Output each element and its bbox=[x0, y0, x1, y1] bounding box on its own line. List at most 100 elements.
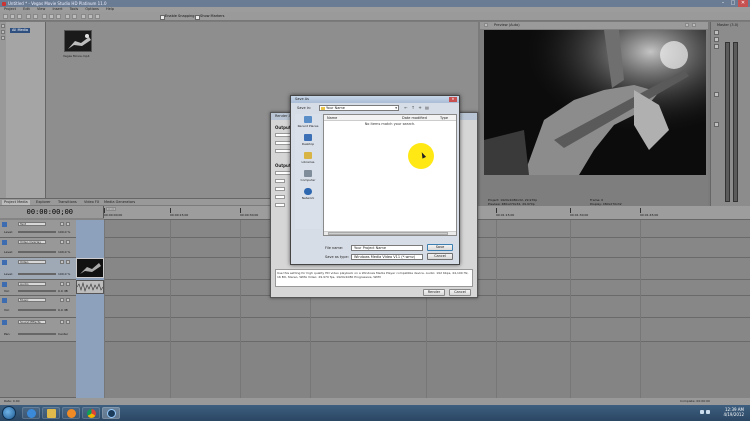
paste-icon[interactable] bbox=[56, 14, 61, 19]
master-fx-icon[interactable] bbox=[714, 30, 719, 35]
tab-project-media[interactable]: Project Media bbox=[2, 200, 30, 205]
format-tree-item[interactable] bbox=[275, 203, 285, 207]
split-screen-icon[interactable] bbox=[685, 23, 689, 27]
new-project-icon[interactable] bbox=[3, 14, 8, 19]
track-mute-icon[interactable] bbox=[66, 222, 70, 226]
place-recent[interactable]: Recent Places bbox=[296, 116, 320, 128]
column-date-modified[interactable]: Date modified bbox=[402, 115, 427, 121]
file-name-input[interactable]: Your Project Name bbox=[351, 245, 423, 251]
horizontal-scrollbar[interactable] bbox=[324, 231, 456, 235]
column-type[interactable]: Type bbox=[440, 115, 448, 121]
render-button[interactable]: Render bbox=[423, 289, 445, 296]
up-folder-icon[interactable]: ↑ bbox=[410, 105, 416, 111]
menu-project[interactable]: Project bbox=[4, 7, 16, 11]
minimize-button[interactable]: – bbox=[718, 0, 728, 7]
format-filter-field[interactable] bbox=[275, 171, 291, 175]
menu-edit[interactable]: Edit bbox=[23, 7, 30, 11]
taskbar-app[interactable] bbox=[82, 407, 100, 419]
video-clip[interactable] bbox=[76, 258, 104, 278]
cursor-marker[interactable]: 00:00 bbox=[106, 207, 116, 211]
track-fx-icon[interactable] bbox=[60, 320, 64, 324]
close-button[interactable]: ✕ bbox=[738, 0, 748, 7]
track-name[interactable]: Music bbox=[18, 298, 46, 302]
track-mute-icon[interactable] bbox=[66, 320, 70, 324]
audio-clip[interactable] bbox=[76, 280, 104, 294]
track-level-slider[interactable] bbox=[18, 290, 56, 292]
snapshot-icon[interactable] bbox=[88, 14, 93, 19]
track-header[interactable]: Video Overlay Level: 100.0 % bbox=[0, 238, 76, 258]
tab-explorer[interactable]: Explorer bbox=[36, 200, 51, 205]
save-type-dropdown[interactable]: Windows Media Video V11 (*.wmv) bbox=[351, 254, 423, 260]
place-network[interactable]: Network bbox=[296, 188, 320, 200]
track-name[interactable]: Video Overlay bbox=[18, 240, 46, 244]
track-level-slider[interactable] bbox=[18, 309, 56, 311]
taskbar-app[interactable] bbox=[42, 407, 60, 419]
format-tree-item[interactable] bbox=[275, 187, 285, 191]
folder-field[interactable] bbox=[275, 133, 291, 137]
track-level-slider[interactable] bbox=[18, 231, 56, 233]
save-icon[interactable] bbox=[17, 14, 22, 19]
cancel-button[interactable]: Cancel bbox=[427, 253, 453, 260]
track-header[interactable]: Music Vol: 0.0 dB bbox=[0, 296, 76, 318]
place-libraries[interactable]: Libraries bbox=[296, 152, 320, 164]
render-icon[interactable] bbox=[72, 14, 77, 19]
track-fx-icon[interactable] bbox=[60, 260, 64, 264]
track-mute-icon[interactable] bbox=[66, 240, 70, 244]
tray-volume-icon[interactable] bbox=[706, 410, 710, 414]
new-folder-icon[interactable]: + bbox=[417, 105, 423, 111]
copy-snapshot-icon[interactable] bbox=[692, 23, 696, 27]
track-header[interactable]: Video Level: 100.0 % bbox=[0, 258, 76, 280]
track-mute-icon[interactable] bbox=[66, 282, 70, 286]
format-tree-item[interactable] bbox=[275, 195, 285, 199]
track-fx-icon[interactable] bbox=[60, 222, 64, 226]
maximize-button[interactable]: □ bbox=[728, 0, 738, 7]
taskbar-app[interactable] bbox=[62, 407, 80, 419]
import-media-icon[interactable] bbox=[1, 24, 5, 28]
master-fader-left[interactable] bbox=[714, 92, 719, 97]
copy-icon[interactable] bbox=[49, 14, 54, 19]
track-fx-icon[interactable] bbox=[60, 298, 64, 302]
capture-icon[interactable] bbox=[1, 30, 5, 34]
save-in-dropdown[interactable]: Your Name bbox=[319, 105, 399, 111]
master-solo-icon[interactable] bbox=[714, 44, 719, 49]
menu-help[interactable]: Help bbox=[106, 7, 114, 11]
track-level-slider[interactable] bbox=[18, 273, 56, 275]
master-fader-right[interactable] bbox=[714, 122, 719, 127]
zoom-icon[interactable] bbox=[65, 14, 70, 19]
close-icon[interactable]: ✕ bbox=[449, 97, 457, 102]
render-cancel-button[interactable]: Cancel bbox=[449, 289, 471, 296]
menu-tools[interactable]: Tools bbox=[70, 7, 79, 11]
track-name[interactable]: Sound Effects bbox=[18, 320, 46, 324]
track-header[interactable]: Sound Effects Pan: Center bbox=[0, 318, 76, 342]
menu-view[interactable]: View bbox=[37, 7, 45, 11]
all-media-node[interactable]: All Media bbox=[10, 28, 30, 33]
media-thumbnail[interactable] bbox=[64, 30, 92, 52]
track-name[interactable]: Video bbox=[18, 260, 46, 264]
track-mute-icon[interactable] bbox=[66, 298, 70, 302]
remove-media-icon[interactable] bbox=[1, 36, 5, 40]
cut-icon[interactable] bbox=[42, 14, 47, 19]
show-markers-checkbox[interactable]: Show Markers bbox=[195, 14, 224, 20]
master-mute-icon[interactable] bbox=[714, 37, 719, 42]
track-fx-icon[interactable] bbox=[60, 240, 64, 244]
file-list[interactable]: Name Date modified Type No items match y… bbox=[323, 114, 457, 236]
start-button[interactable] bbox=[2, 406, 16, 420]
redo-icon[interactable] bbox=[33, 14, 38, 19]
track-level-slider[interactable] bbox=[18, 333, 56, 335]
save-button[interactable]: Save bbox=[427, 244, 453, 251]
tab-transitions[interactable]: Transitions bbox=[58, 200, 77, 205]
open-icon[interactable] bbox=[10, 14, 15, 19]
menu-options[interactable]: Options bbox=[85, 7, 99, 11]
back-icon[interactable]: ← bbox=[403, 105, 409, 111]
preview-quality-dropdown[interactable]: Preview (Auto) bbox=[494, 23, 520, 28]
column-name[interactable]: Name bbox=[327, 115, 337, 121]
tray-network-icon[interactable] bbox=[700, 410, 704, 414]
properties-icon[interactable] bbox=[81, 14, 86, 19]
place-desktop[interactable]: Desktop bbox=[296, 134, 320, 146]
system-clock[interactable]: 12:39 AM 4/19/2012 bbox=[723, 407, 744, 417]
track-name[interactable]: Audio bbox=[18, 282, 46, 286]
undo-icon[interactable] bbox=[26, 14, 31, 19]
preview-settings-icon[interactable] bbox=[484, 23, 488, 27]
track-mute-icon[interactable] bbox=[66, 260, 70, 264]
enable-snapping-checkbox[interactable]: Enable Snapping bbox=[160, 14, 194, 20]
